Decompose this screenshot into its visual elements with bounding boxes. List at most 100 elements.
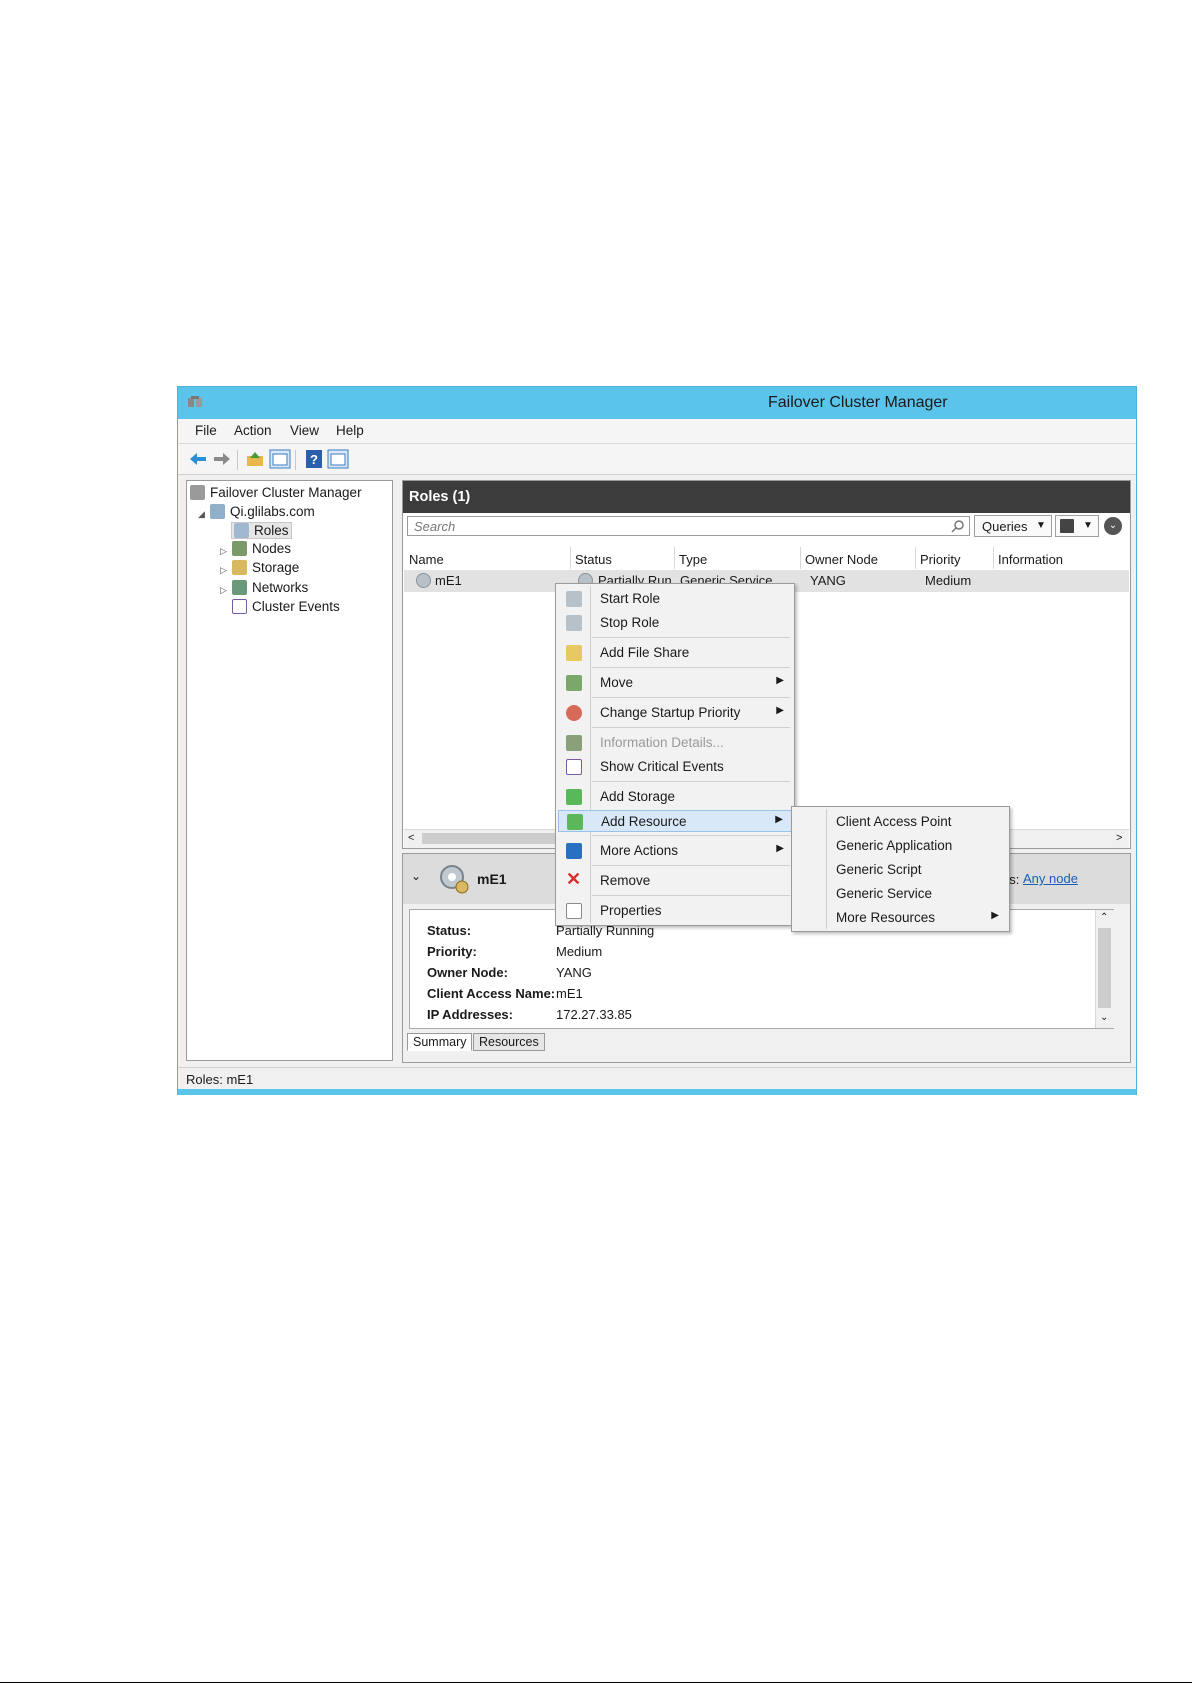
critical-events-icon (566, 759, 582, 775)
vertical-scrollbar[interactable]: ⌃ ⌄ (1095, 910, 1114, 1028)
submenu-item-generic-script[interactable]: Generic Script (794, 859, 1007, 881)
tree-cluster[interactable]: Qi.glilabs.com (210, 504, 315, 519)
move-icon (566, 675, 582, 691)
menu-item-label: More Actions (600, 843, 679, 858)
menu-action[interactable]: Action (234, 423, 272, 438)
submenu-item-label: Generic Script (836, 862, 922, 877)
detail-title: mE1 (477, 871, 507, 887)
field-label: Client Access Name: (427, 986, 556, 1001)
status-text: Roles: mE1 (186, 1072, 254, 1087)
cluster-app-icon (188, 396, 202, 407)
menu-item-label: Information Details... (600, 735, 724, 750)
menu-item-add-storage[interactable]: Add Storage (558, 786, 792, 808)
column-header-status[interactable]: Status (575, 552, 612, 567)
tree-root[interactable]: Failover Cluster Manager (190, 485, 362, 500)
menu-item-add-file-share[interactable]: Add File Share (558, 642, 792, 664)
scroll-left-icon[interactable]: < (408, 832, 414, 844)
save-query-button[interactable]: ▼ (1055, 515, 1099, 537)
storage-icon (232, 560, 247, 575)
menu-item-label: Add File Share (600, 645, 690, 660)
menu-item-change-startup-priority[interactable]: Change Startup Priority ▶ (558, 702, 792, 724)
column-header-owner-node[interactable]: Owner Node (805, 552, 878, 567)
menu-item-stop-role[interactable]: Stop Role (558, 612, 792, 634)
submenu-item-label: Generic Service (836, 886, 933, 901)
collapse-arrow-icon[interactable]: ◢ (198, 509, 205, 520)
menu-file[interactable]: File (195, 423, 217, 438)
column-header-name[interactable]: Name (409, 552, 444, 567)
owners-link[interactable]: Any node (1023, 871, 1078, 886)
properties-icon (566, 903, 582, 919)
column-header-type[interactable]: Type (679, 552, 707, 567)
expand-arrow-icon[interactable]: ▷ (220, 546, 227, 557)
search-input[interactable]: Search (407, 516, 970, 536)
column-divider (570, 547, 571, 569)
menu-item-move[interactable]: Move ▶ (558, 672, 792, 694)
toolbar-divider (237, 450, 238, 470)
action-pane-icon[interactable] (327, 449, 349, 469)
status-bar: Roles: mE1 (178, 1067, 1136, 1090)
menu-item-label: Start Role (600, 591, 661, 606)
expand-arrow-icon[interactable]: ▷ (220, 585, 227, 596)
submenu-item-generic-application[interactable]: Generic Application (794, 835, 1007, 857)
more-actions-icon (566, 843, 582, 859)
forward-arrow-icon[interactable] (211, 449, 233, 469)
menu-item-show-critical-events[interactable]: Show Critical Events (558, 756, 792, 778)
tree-item-nodes[interactable]: Nodes (232, 541, 291, 556)
context-menu: Start Role Stop Role Add File Share Move… (555, 583, 795, 926)
menu-separator (592, 835, 790, 836)
add-resource-icon (567, 814, 583, 830)
tree-item-label: Roles (254, 523, 289, 538)
menu-item-properties[interactable]: Properties (558, 900, 792, 922)
scroll-down-icon[interactable]: ⌄ (1100, 1012, 1108, 1023)
remove-icon: ✕ (566, 869, 582, 889)
cluster-icon (210, 504, 225, 519)
queries-label: Queries (982, 519, 1028, 534)
menu-help[interactable]: Help (336, 423, 364, 438)
menu-item-information-details[interactable]: Information Details... (558, 732, 792, 754)
tab-summary[interactable]: Summary (407, 1033, 473, 1051)
column-header-information[interactable]: Information (998, 552, 1063, 567)
tree-root-label: Failover Cluster Manager (210, 485, 362, 500)
tree-item-cluster-events[interactable]: Cluster Events (232, 599, 340, 614)
tree-item-networks[interactable]: Networks (232, 580, 308, 595)
menu-item-start-role[interactable]: Start Role (558, 588, 792, 610)
submenu-arrow-icon: ▶ (775, 814, 783, 825)
field-value: Medium (556, 944, 603, 959)
collapse-chevron-icon[interactable]: ⌄ (411, 869, 421, 883)
column-header-priority[interactable]: Priority (920, 552, 960, 567)
menu-item-label: Move (600, 675, 634, 690)
menu-separator (592, 727, 790, 728)
menu-view[interactable]: View (290, 423, 319, 438)
menu-bar: File Action View Help (178, 419, 1136, 444)
queries-button[interactable]: Queries ▼ (974, 515, 1052, 537)
scroll-thumb[interactable] (1098, 928, 1111, 1008)
dropdown-arrow-icon: ▼ (1083, 520, 1093, 531)
submenu-item-client-access-point[interactable]: Client Access Point (794, 811, 1007, 833)
menu-item-remove[interactable]: ✕ Remove (558, 870, 792, 892)
scroll-thumb[interactable] (422, 833, 572, 844)
submenu-item-label: Client Access Point (836, 814, 952, 829)
menu-item-add-resource[interactable]: Add Resource ▶ (558, 810, 792, 832)
up-folder-icon[interactable] (244, 449, 266, 469)
scroll-up-icon[interactable]: ⌃ (1100, 912, 1108, 923)
submenu-item-generic-service[interactable]: Generic Service (794, 883, 1007, 905)
back-arrow-icon[interactable] (187, 449, 209, 469)
search-icon[interactable] (951, 519, 965, 533)
expand-arrow-icon[interactable]: ▷ (220, 565, 227, 576)
tree-item-roles[interactable]: Roles (231, 522, 292, 539)
help-icon[interactable]: ? (303, 449, 325, 469)
expand-collapse-icon[interactable]: ⌄ (1104, 517, 1122, 535)
tree-item-label: Nodes (252, 541, 292, 556)
show-hide-tree-icon[interactable] (269, 449, 291, 469)
menu-separator (592, 637, 790, 638)
nodes-icon (232, 541, 247, 556)
tree-item-label: Storage (252, 560, 300, 575)
submenu-arrow-icon: ▶ (776, 675, 784, 686)
tab-resources[interactable]: Resources (473, 1033, 545, 1051)
field-label: Owner Node: (427, 965, 508, 980)
submenu-item-more-resources[interactable]: More Resources ▶ (794, 907, 1007, 929)
scroll-right-icon[interactable]: > (1116, 832, 1122, 844)
role-gear-icon (416, 573, 431, 588)
tree-item-storage[interactable]: Storage (232, 560, 299, 575)
menu-item-more-actions[interactable]: More Actions ▶ (558, 840, 792, 862)
